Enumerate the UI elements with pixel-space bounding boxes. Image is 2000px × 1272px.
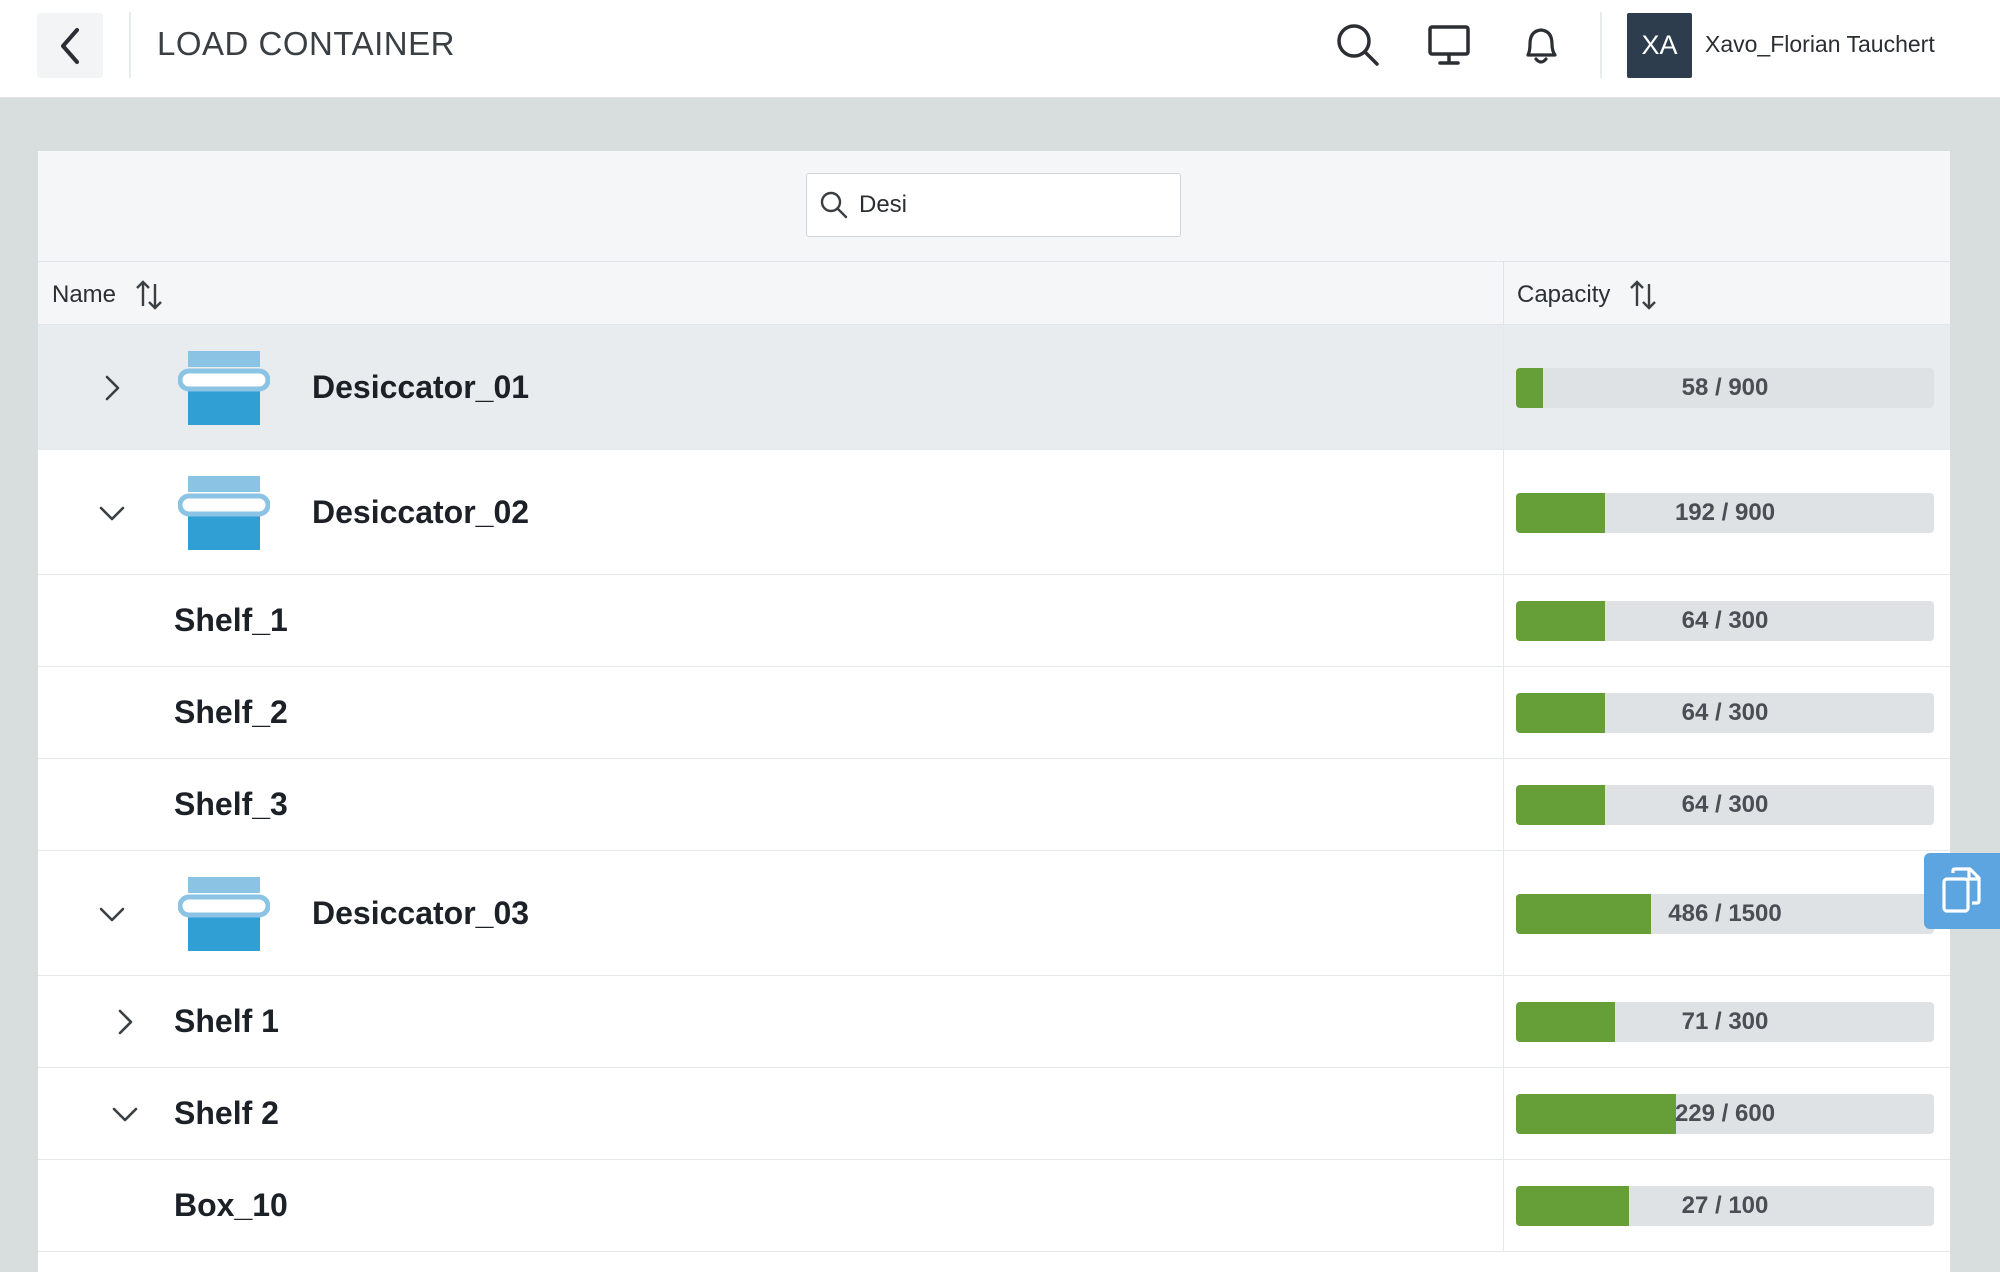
sort-icon[interactable] — [1628, 278, 1658, 312]
tree-row-container[interactable]: Desiccator_01 58 / 900 — [38, 325, 1950, 450]
desiccator-icon — [177, 876, 271, 951]
copy-icon — [1942, 867, 1981, 913]
divider — [1600, 12, 1602, 78]
tree-row-container[interactable]: Desiccator_03 486 / 1500 — [38, 851, 1950, 976]
capacity-label: 486 / 1500 — [1668, 899, 1782, 927]
tree-row[interactable]: Shelf 2 229 / 600 — [38, 1068, 1950, 1160]
row-name: Desiccator_03 — [312, 894, 530, 931]
back-button[interactable] — [37, 13, 103, 78]
page-title: LOAD CONTAINER — [157, 25, 455, 62]
chevron-right-icon[interactable] — [92, 368, 132, 408]
tree-row[interactable]: Shelf_3 64 / 300 — [38, 759, 1950, 851]
tree-row[interactable]: Shelf_1 64 / 300 — [38, 575, 1950, 667]
row-name: Shelf_2 — [174, 694, 288, 730]
row-name: Shelf_3 — [174, 786, 288, 822]
capacity-bar: 64 / 300 — [1516, 693, 1934, 733]
column-divider — [1503, 450, 1504, 574]
capacity-label: 64 / 300 — [1681, 607, 1769, 634]
column-divider — [1503, 976, 1504, 1067]
chevron-right-icon[interactable] — [105, 1002, 145, 1042]
desiccator-icon — [177, 475, 271, 550]
container-table-panel: Name Capacity Desiccator_0158 / 900Desic… — [38, 151, 1950, 1272]
search-input[interactable] — [859, 191, 1159, 219]
capacity-label: 27 / 100 — [1681, 1192, 1769, 1219]
chevron-down-icon[interactable] — [92, 493, 132, 533]
sort-icon[interactable] — [134, 278, 164, 312]
tree-row-container[interactable]: Desiccator_02 192 / 900 — [38, 450, 1950, 575]
row-name: Box_10 — [174, 1187, 288, 1223]
capacity-bar: 64 / 300 — [1516, 601, 1934, 641]
tree-row[interactable]: Shelf 1 71 / 300 — [38, 976, 1950, 1068]
column-divider — [1503, 262, 1504, 324]
search-icon — [820, 191, 848, 219]
user-name[interactable]: Xavo_Florian Tauchert — [1705, 31, 1935, 58]
capacity-label: 58 / 900 — [1681, 373, 1769, 401]
column-divider — [1503, 325, 1504, 449]
table-header: Name Capacity — [38, 262, 1950, 325]
search-field[interactable] — [806, 173, 1181, 237]
column-divider — [1503, 1160, 1504, 1251]
capacity-bar: 486 / 1500 — [1516, 893, 1934, 934]
column-divider — [1503, 667, 1504, 758]
column-header-capacity[interactable]: Capacity — [1517, 278, 1658, 312]
notifications-button[interactable] — [1516, 20, 1566, 70]
row-name: Shelf 2 — [174, 1095, 279, 1131]
monitor-icon — [1428, 25, 1470, 65]
column-divider — [1503, 1068, 1504, 1159]
search-icon — [1337, 24, 1379, 66]
capacity-bar: 27 / 100 — [1516, 1186, 1934, 1226]
row-name: Shelf_1 — [174, 602, 288, 638]
monitor-button[interactable] — [1424, 20, 1474, 70]
clipboard-tab-button[interactable] — [1924, 853, 2000, 929]
capacity-bar: 64 / 300 — [1516, 785, 1934, 825]
desiccator-icon — [177, 350, 271, 425]
column-header-name[interactable]: Name — [52, 278, 164, 312]
capacity-label: 192 / 900 — [1674, 498, 1776, 526]
tree-row[interactable]: Box_10 27 / 100 — [38, 1160, 1950, 1252]
divider — [129, 12, 131, 78]
column-divider — [1503, 575, 1504, 666]
avatar[interactable]: XA — [1627, 13, 1692, 78]
capacity-label: 229 / 600 — [1674, 1100, 1776, 1127]
chevron-down-icon[interactable] — [105, 1094, 145, 1134]
capacity-bar: 229 / 600 — [1516, 1094, 1934, 1134]
capacity-bar: 58 / 900 — [1516, 367, 1934, 408]
capacity-bar: 71 / 300 — [1516, 1002, 1934, 1042]
capacity-label: 64 / 300 — [1681, 791, 1769, 818]
bell-icon — [1526, 28, 1557, 64]
capacity-bar: 192 / 900 — [1516, 492, 1934, 533]
row-name: Desiccator_02 — [312, 493, 530, 530]
search-button[interactable] — [1333, 20, 1383, 70]
column-divider — [1503, 851, 1504, 975]
row-name: Shelf 1 — [174, 1003, 279, 1039]
top-bar: LOAD CONTAINER XA Xavo_Florian Tauchert — [0, 0, 2000, 98]
column-divider — [1503, 759, 1504, 850]
capacity-label: 64 / 300 — [1681, 699, 1769, 726]
back-arrow-icon — [61, 27, 79, 64]
capacity-label: 71 / 300 — [1681, 1008, 1769, 1035]
column-capacity-label: Capacity — [1517, 281, 1611, 308]
chevron-down-icon[interactable] — [92, 894, 132, 934]
row-name: Desiccator_01 — [312, 368, 530, 405]
tree-row[interactable]: Shelf_2 64 / 300 — [38, 667, 1950, 759]
column-name-label: Name — [52, 281, 117, 308]
search-area — [38, 151, 1950, 262]
